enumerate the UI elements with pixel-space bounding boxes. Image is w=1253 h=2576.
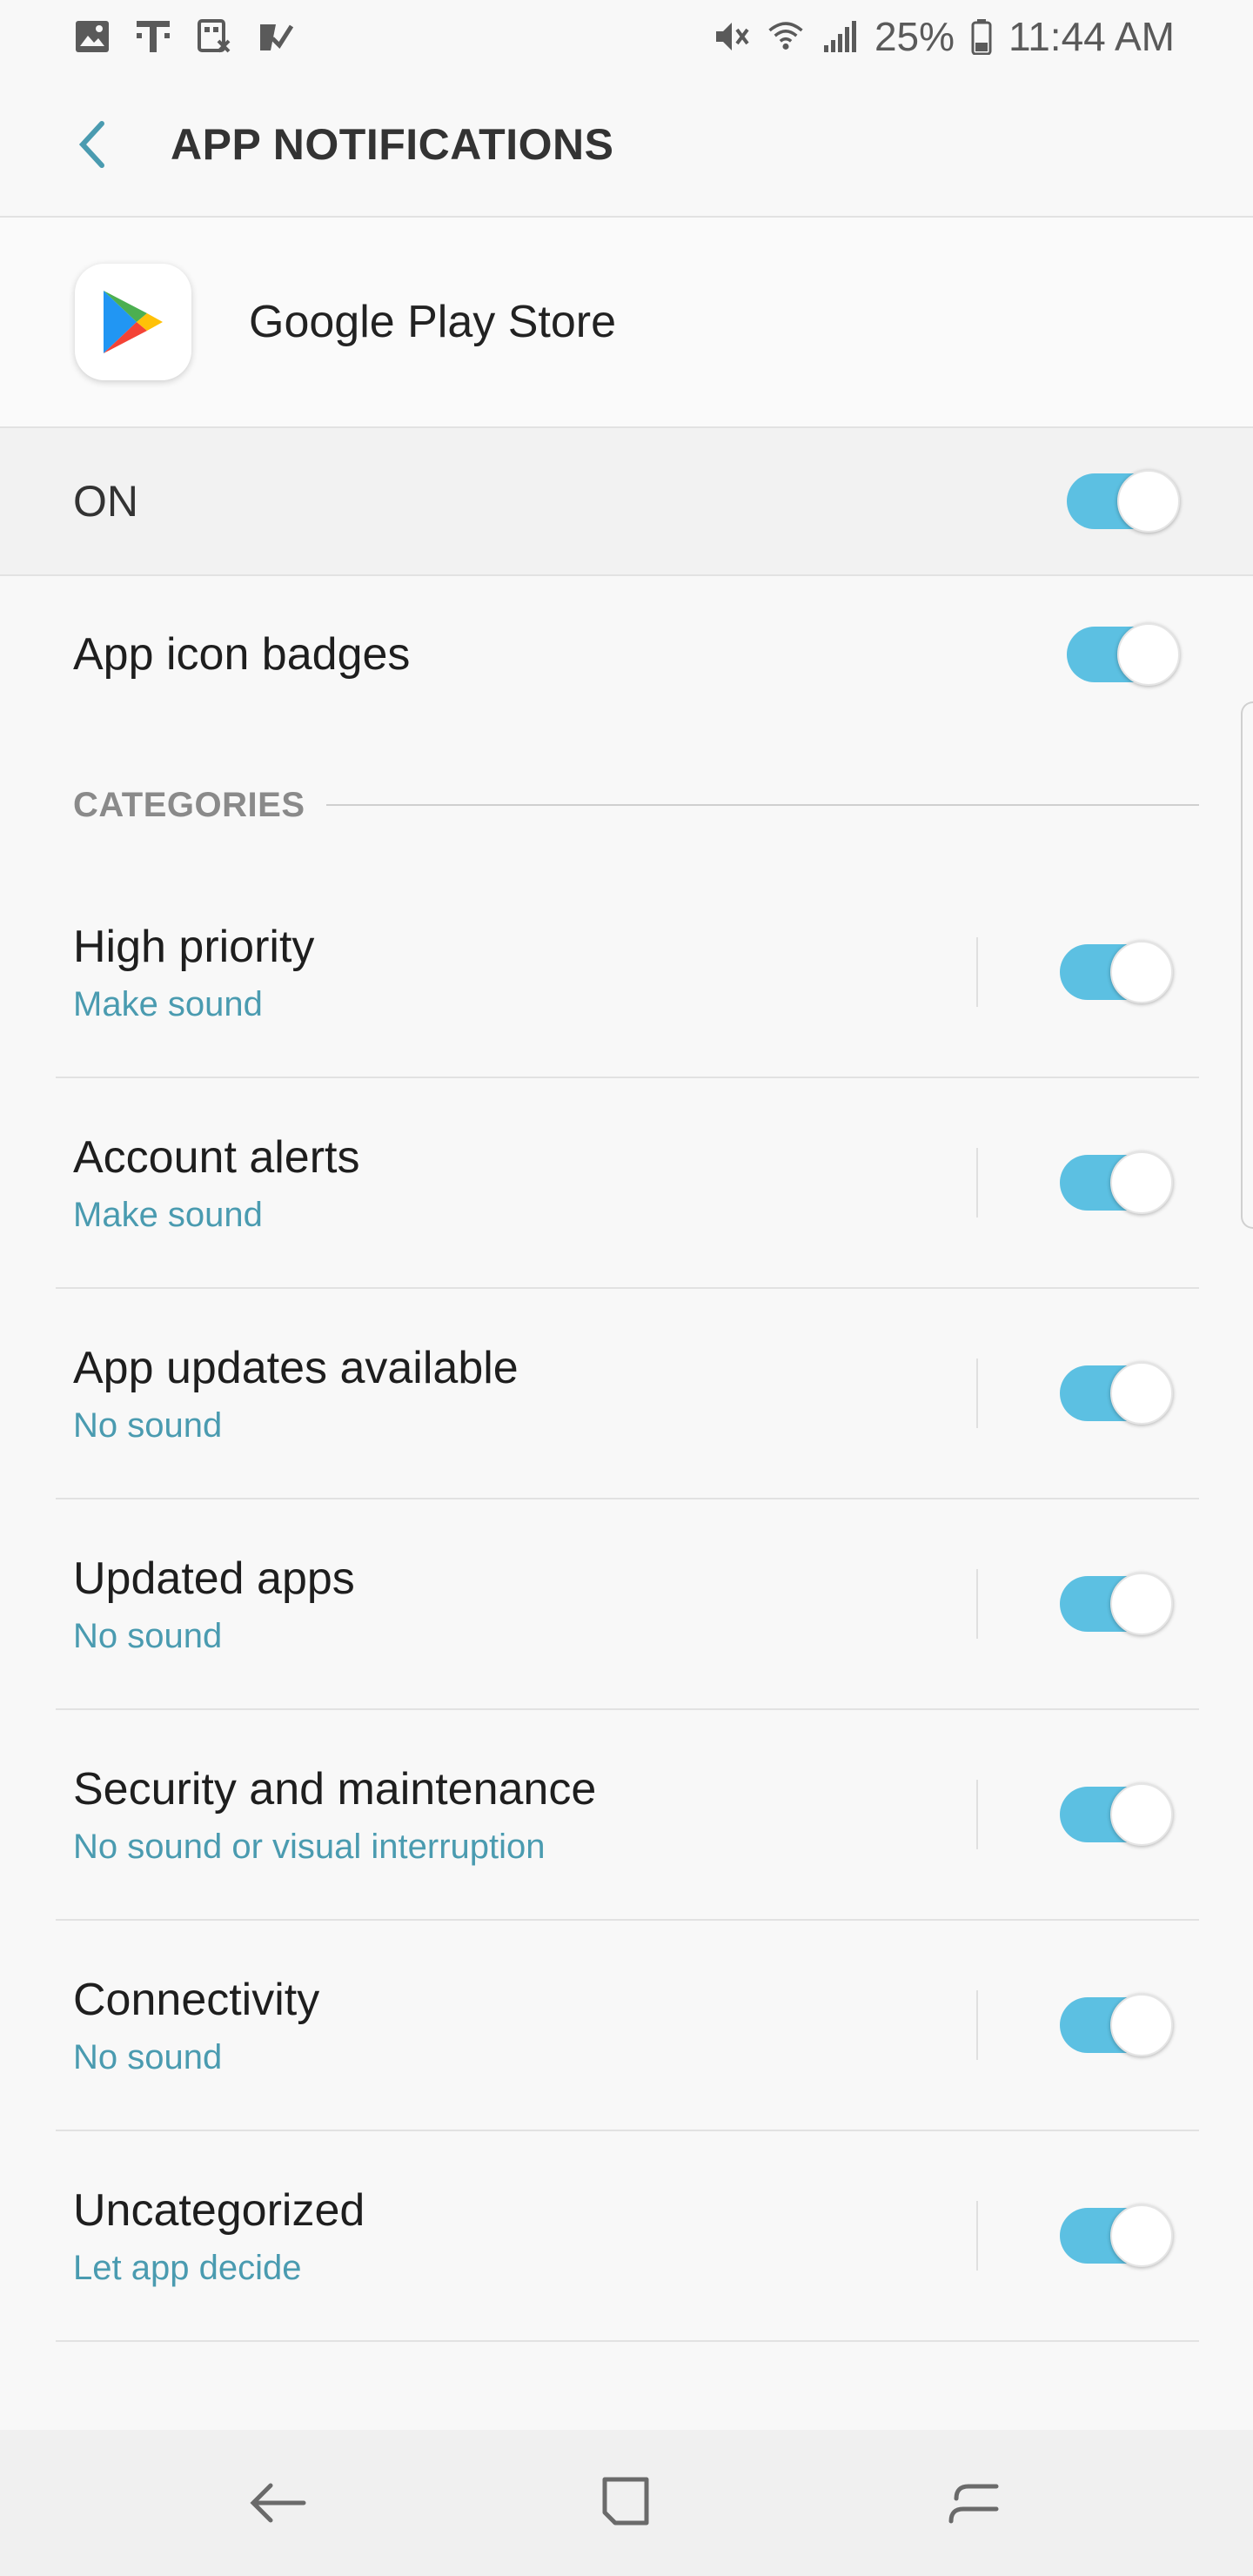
status-right: 25% 11:44 AM (713, 13, 1175, 60)
category-toggle[interactable] (1060, 2204, 1173, 2267)
toggle-knob (1110, 1151, 1173, 1214)
section-label: CATEGORIES (73, 785, 305, 824)
scrollbar-handle[interactable] (1241, 701, 1253, 1229)
category-title: Connectivity (73, 1974, 320, 2025)
mute-icon (713, 17, 751, 56)
category-subtitle: Make sound (73, 1195, 263, 1234)
category-subtitle: No sound or visual interruption (73, 1827, 546, 1866)
category-text: Security and maintenance No sound or vis… (73, 1763, 976, 1867)
category-toggle[interactable] (1060, 1783, 1173, 1846)
status-time: 11:44 AM (1008, 14, 1175, 59)
row-divider (976, 937, 978, 1007)
category-text: High priority Make sound (73, 921, 976, 1024)
master-toggle-label: ON (73, 477, 138, 526)
task-check-icon (256, 17, 294, 56)
toggle-knob (1110, 1783, 1173, 1846)
category-toggle[interactable] (1060, 941, 1173, 1003)
status-bar: 25% 11:44 AM (0, 0, 1253, 73)
category-toggle[interactable] (1060, 1151, 1173, 1214)
category-row[interactable]: App updates available No sound (56, 1289, 1199, 1499)
badges-toggle[interactable] (1067, 623, 1180, 686)
app-bar: APP NOTIFICATIONS (0, 73, 1253, 218)
signal-icon (821, 17, 859, 56)
category-subtitle: No sound (73, 1405, 223, 1445)
category-toggle[interactable] (1060, 1994, 1173, 2056)
category-title: Updated apps (73, 1553, 355, 1604)
category-subtitle: No sound (73, 2037, 223, 2076)
category-row[interactable]: Uncategorized Let app decide (56, 2131, 1199, 2342)
category-row[interactable]: Account alerts Make sound (56, 1078, 1199, 1289)
category-subtitle: Make sound (73, 984, 263, 1023)
row-divider (976, 1990, 978, 2060)
toggle-knob (1117, 623, 1180, 686)
toggle-knob (1110, 2204, 1173, 2267)
nav-recents-button[interactable] (922, 2451, 1027, 2555)
app-icon (195, 17, 233, 56)
toggle-knob (1110, 1994, 1173, 2056)
badges-label: App icon badges (73, 629, 411, 680)
category-subtitle: Let app decide (73, 2248, 302, 2287)
badges-text: App icon badges (73, 628, 410, 681)
nav-recents-icon (948, 2484, 999, 2524)
row-divider (976, 1358, 978, 1428)
toggle-knob (1110, 941, 1173, 1003)
category-text: Connectivity No sound (73, 1974, 976, 2077)
app-name: Google Play Store (249, 297, 617, 347)
category-row[interactable]: Security and maintenance No sound or vis… (56, 1710, 1199, 1921)
navigation-bar (0, 2430, 1253, 2576)
categories-section-header: CATEGORIES (73, 779, 1199, 831)
toggle-knob (1117, 470, 1180, 533)
battery-percent: 25% (874, 14, 955, 59)
nav-home-icon (602, 2477, 649, 2526)
gallery-icon (73, 17, 111, 56)
t-mobile-icon (134, 17, 172, 56)
category-text: App updates available No sound (73, 1342, 976, 1446)
app-icon-badges-row[interactable]: App icon badges (0, 576, 1253, 733)
row-divider (976, 1148, 978, 1218)
category-row[interactable]: High priority Make sound (56, 868, 1199, 1078)
category-toggle[interactable] (1060, 1362, 1173, 1425)
category-title: Security and maintenance (73, 1763, 597, 1815)
category-title: Account alerts (73, 1131, 360, 1183)
google-play-icon (75, 264, 191, 380)
section-divider (325, 804, 1199, 806)
row-divider (976, 1780, 978, 1849)
category-toggle[interactable] (1060, 1573, 1173, 1635)
category-row[interactable]: Connectivity No sound (56, 1921, 1199, 2131)
category-title: App updates available (73, 1342, 519, 1393)
category-title: Uncategorized (73, 2184, 365, 2236)
category-text: Account alerts Make sound (73, 1131, 976, 1235)
category-title: High priority (73, 921, 315, 972)
toggle-knob (1110, 1362, 1173, 1425)
wifi-icon (767, 17, 805, 56)
category-text: Uncategorized Let app decide (73, 2184, 976, 2288)
back-button[interactable] (44, 97, 139, 192)
nav-back-button[interactable] (226, 2451, 331, 2555)
toggle-knob (1110, 1573, 1173, 1635)
page-title: APP NOTIFICATIONS (171, 120, 614, 169)
master-toggle-row[interactable]: ON (0, 428, 1253, 576)
battery-icon (970, 17, 993, 56)
nav-home-button[interactable] (574, 2451, 679, 2555)
row-divider (976, 1569, 978, 1639)
app-header: Google Play Store (0, 218, 1253, 428)
back-chevron-icon (78, 121, 104, 168)
category-subtitle: No sound (73, 1616, 223, 1655)
category-text: Updated apps No sound (73, 1553, 976, 1656)
row-divider (976, 2201, 978, 2271)
master-toggle[interactable] (1067, 470, 1180, 533)
status-left (73, 17, 294, 56)
category-row[interactable]: Updated apps No sound (56, 1499, 1199, 1710)
nav-back-icon (250, 2483, 306, 2523)
